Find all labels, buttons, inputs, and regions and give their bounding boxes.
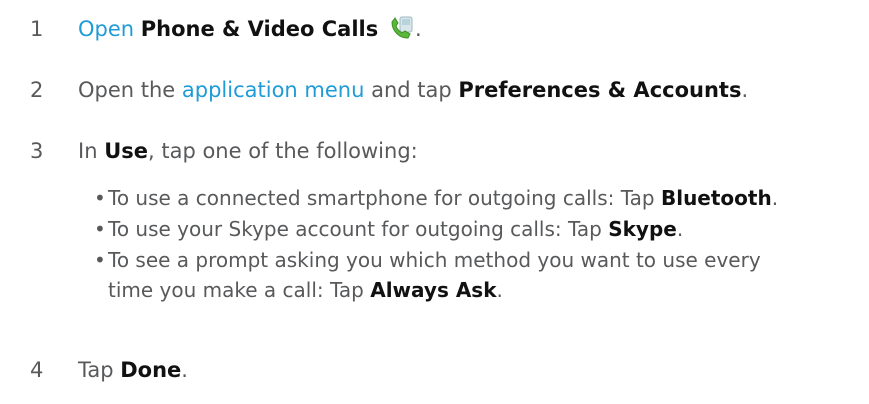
bullet-bluetooth: • To use a connected smartphone for outg… [94,183,864,213]
preferences-accounts-label: Preferences & Accounts [458,78,742,102]
step-text: In Use, tap one of the following: [78,136,418,166]
step-mid: and tap [364,78,459,102]
bullet-end: . [676,217,684,241]
step-text: Open Phone & Video Calls . [78,14,422,44]
bullet-text-line2: time you make a call: Tap Always Ask. [108,275,503,305]
bullet-skype: • To use your Skype account for outgoing… [94,214,864,244]
bullet-dot: • [94,186,106,210]
step-pre: Open the [78,78,182,102]
step-4: 4 Tap Done. [0,355,869,385]
step-end: . [181,358,188,382]
use-label: Use [104,139,148,163]
step-pre: In [78,139,105,163]
step-end: . [741,78,749,102]
step-1: 1 Open Phone & Video Calls . [0,14,869,44]
bullet-dot: • [94,217,106,241]
bullet-always-ask: • To see a prompt asking you which metho… [94,245,864,305]
step-text: Tap Done. [78,355,188,385]
step-pre: Tap [78,358,121,382]
bluetooth-label: Bluetooth [660,186,772,210]
step-end: , tap one of the following: [147,139,418,163]
bullet-pre: To use a connected smartphone for outgoi… [108,186,661,210]
bullet-pre: time you make a call: Tap [108,278,371,302]
bullet-pre: To use your Skype account for outgoing c… [108,217,609,241]
step-number: 1 [30,17,44,41]
bullet-dot: • [94,248,106,272]
application-menu-link[interactable]: application menu [182,78,365,102]
step-number: 4 [30,358,44,382]
open-link[interactable]: Open [78,17,134,41]
step-end: . [414,17,422,41]
bullet-end: . [771,186,779,210]
bullet-end: . [496,278,503,302]
bullet-text: To use your Skype account for outgoing c… [108,214,683,244]
step-number: 2 [30,78,44,102]
step-3: 3 In Use, tap one of the following: [0,136,869,166]
bullet-text: To use a connected smartphone for outgoi… [108,183,778,213]
step-text: Open the application menu and tap Prefer… [78,75,748,105]
step-number: 3 [30,139,44,163]
done-label: Done [120,358,182,382]
app-name: Phone & Video Calls [140,17,379,41]
skype-label: Skype [608,217,677,241]
always-ask-label: Always Ask [370,278,497,302]
phone-video-calls-icon [389,16,415,40]
step-2: 2 Open the application menu and tap Pref… [0,75,869,105]
bullet-text-line1: To see a prompt asking you which method … [108,248,761,272]
